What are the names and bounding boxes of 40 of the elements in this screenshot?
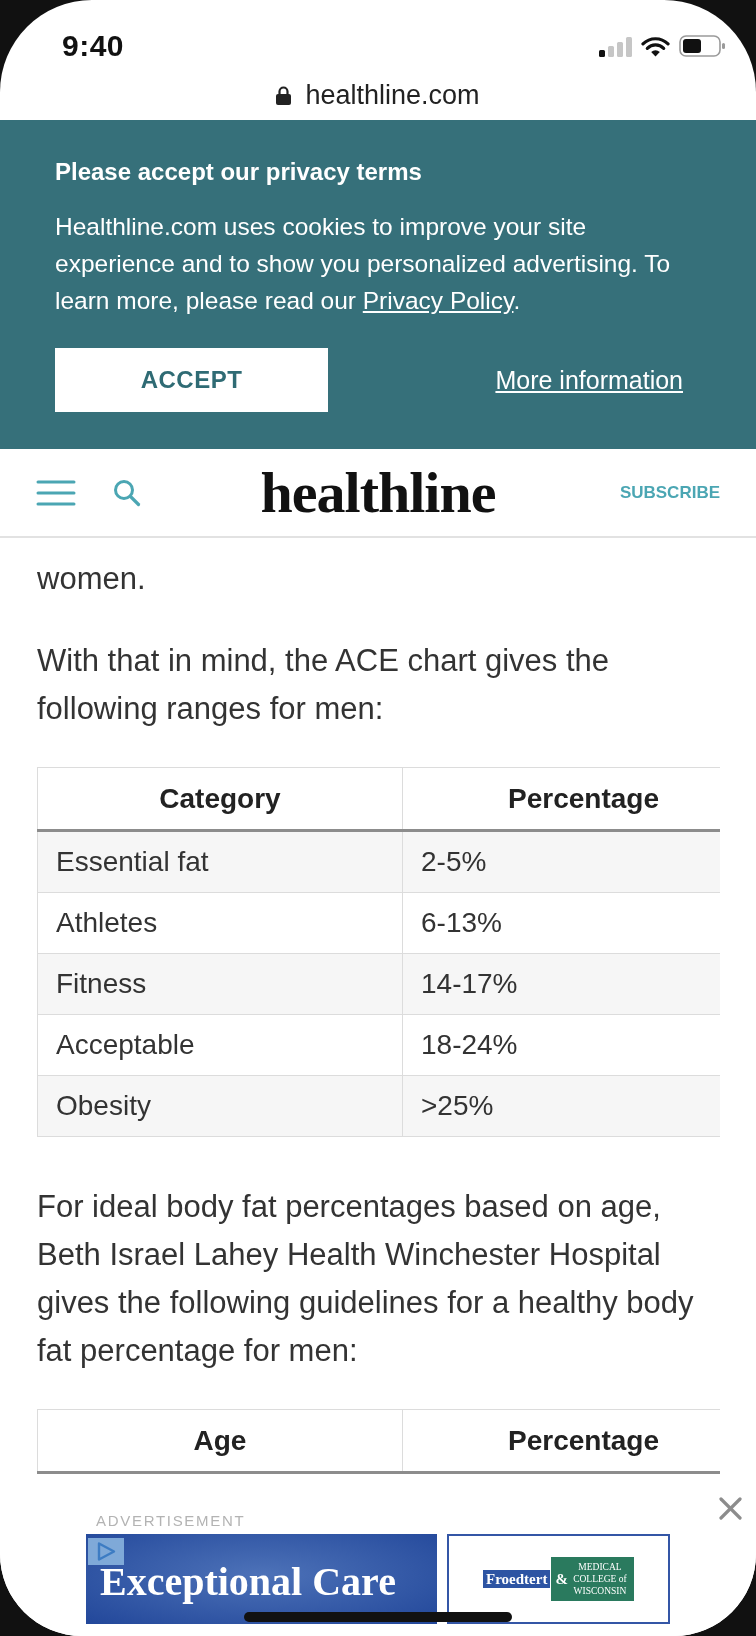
ampersand-text: & [555, 1570, 568, 1588]
table-cell: >25% [402, 1075, 720, 1137]
table-cell: Obesity [37, 1075, 403, 1137]
column-header: Percentage [402, 767, 720, 831]
table-cell: Acceptable [37, 1014, 403, 1076]
paragraph: For ideal body fat percentages based on age, Beth Israel Lahey Health Winchester Hospital gives the following guidelines for a healthy body fat percentage for men: [37, 1188, 695, 1370]
battery-icon [679, 35, 726, 57]
brand-wordmark: Froedtert [483, 1570, 551, 1588]
close-button[interactable] [719, 1497, 742, 1520]
search-icon[interactable] [113, 478, 141, 507]
close-icon [719, 1497, 742, 1520]
partner-wordmark: MEDICAL COLLEGE of WISCONSIN [572, 1561, 628, 1597]
signal-icon [599, 35, 632, 57]
banner-title: Please accept our privacy terms [55, 159, 423, 185]
logo-panel[interactable]: Froedtert & MEDICAL COLLEGE of WISCONSIN [447, 1534, 670, 1624]
privacy-policy-link[interactable]: Privacy Policy [362, 287, 514, 314]
column-header: Percentage [402, 1409, 720, 1473]
paragraph: women. [37, 560, 147, 598]
status-time: 9:40 [62, 29, 125, 63]
column-header: Age [37, 1409, 403, 1473]
privacy-text: Healthline.com uses cookies to improve your site experience and to show you personalized advertising. To learn more, please read our Privacy Policy. [55, 212, 672, 316]
menu-icon[interactable] [36, 479, 76, 506]
ad-image-panel[interactable]: Exceptional Care [86, 1534, 437, 1624]
site-logo[interactable]: healthline [260, 461, 496, 524]
lock-icon [276, 85, 292, 105]
table-cell: 2-5% [402, 830, 720, 893]
ad-label: ADVERTISEMENT [95, 1511, 246, 1529]
table-cell: Fitness [37, 953, 403, 1015]
paragraph: With that in mind, the ACE chart gives the following ranges for men: [37, 642, 611, 728]
more-information-link[interactable]: More information [495, 365, 683, 395]
accept-button[interactable]: ACCEPT [55, 348, 328, 412]
table-cell: Athletes [37, 892, 403, 954]
table-cell: Essential fat [37, 830, 403, 893]
column-header: Category [37, 767, 403, 831]
wifi-icon [641, 35, 670, 57]
url-text[interactable]: healthline.com [305, 79, 480, 111]
table-cell: 6-13% [402, 892, 720, 954]
table-cell: 14-17% [402, 953, 720, 1015]
play-icon[interactable] [88, 1538, 124, 1565]
table-cell: 18-24% [402, 1014, 720, 1076]
